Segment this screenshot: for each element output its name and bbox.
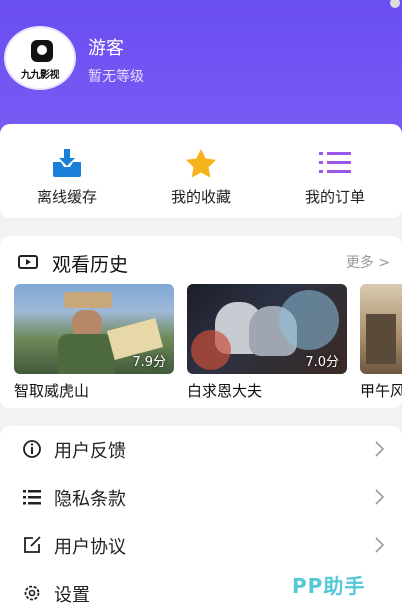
- movie-rating: 7.9分: [132, 355, 166, 370]
- username[interactable]: 游客: [88, 34, 124, 60]
- gear-icon: [22, 583, 42, 603]
- download-tray-icon: [50, 148, 84, 178]
- menu-label: 用户反馈: [54, 441, 126, 462]
- movie-rating: 7.0分: [305, 355, 339, 370]
- edit-square-icon: [22, 535, 42, 555]
- chevron-right-icon: [370, 536, 388, 554]
- watch-history-card: 观看历史 更多 > 7.9分 智取威虎山 7.0分 白求恩大夫 甲午风: [0, 236, 402, 408]
- chevron-right-icon: [370, 440, 388, 458]
- chevron-right-icon: [370, 488, 388, 506]
- movie-poster: 7.0分: [187, 284, 347, 374]
- menu-item-feedback[interactable]: 用户反馈: [0, 426, 402, 474]
- quick-actions-card: 离线缓存 我的收藏 我的订单: [0, 124, 402, 218]
- menu-label: 用户协议: [54, 537, 126, 558]
- orders-label: 我的订单: [304, 188, 365, 206]
- menu-item-agreement[interactable]: 用户协议: [0, 522, 402, 570]
- movie-poster: [360, 284, 402, 374]
- watch-history-more-link[interactable]: 更多 >: [346, 252, 390, 272]
- user-level: 暂无等级: [88, 69, 144, 85]
- favorites-button[interactable]: 我的收藏: [134, 124, 268, 218]
- movie-title: 白求恩大夫: [187, 382, 263, 400]
- star-icon: [184, 148, 218, 178]
- watermark: PP助手: [292, 574, 366, 598]
- list-icon: [318, 148, 352, 178]
- movie-title: 甲午风: [360, 382, 402, 400]
- app-logo-icon: [31, 40, 53, 62]
- orders-button[interactable]: 我的订单: [268, 124, 402, 218]
- status-indicator: [390, 0, 400, 8]
- movie-title: 智取威虎山: [14, 382, 90, 400]
- watch-history-title: 观看历史: [52, 254, 129, 276]
- info-circle-icon: [22, 439, 42, 459]
- bullet-list-icon: [22, 487, 42, 507]
- menu-label: 隐私条款: [54, 489, 126, 510]
- history-item[interactable]: 甲午风: [360, 284, 402, 401]
- history-item[interactable]: 7.0分 白求恩大夫: [187, 284, 347, 401]
- video-icon: [18, 254, 38, 270]
- menu-item-privacy[interactable]: 隐私条款: [0, 474, 402, 522]
- avatar[interactable]: 九九影视: [4, 26, 76, 90]
- favorites-label: 我的收藏: [170, 188, 231, 206]
- movie-poster: 7.9分: [14, 284, 174, 374]
- history-item[interactable]: 7.9分 智取威虎山: [14, 284, 174, 401]
- app-logo-text: 九九影视: [21, 70, 60, 81]
- offline-cache-label: 离线缓存: [36, 188, 97, 206]
- menu-label: 设置: [54, 585, 90, 606]
- offline-cache-button[interactable]: 离线缓存: [0, 124, 134, 218]
